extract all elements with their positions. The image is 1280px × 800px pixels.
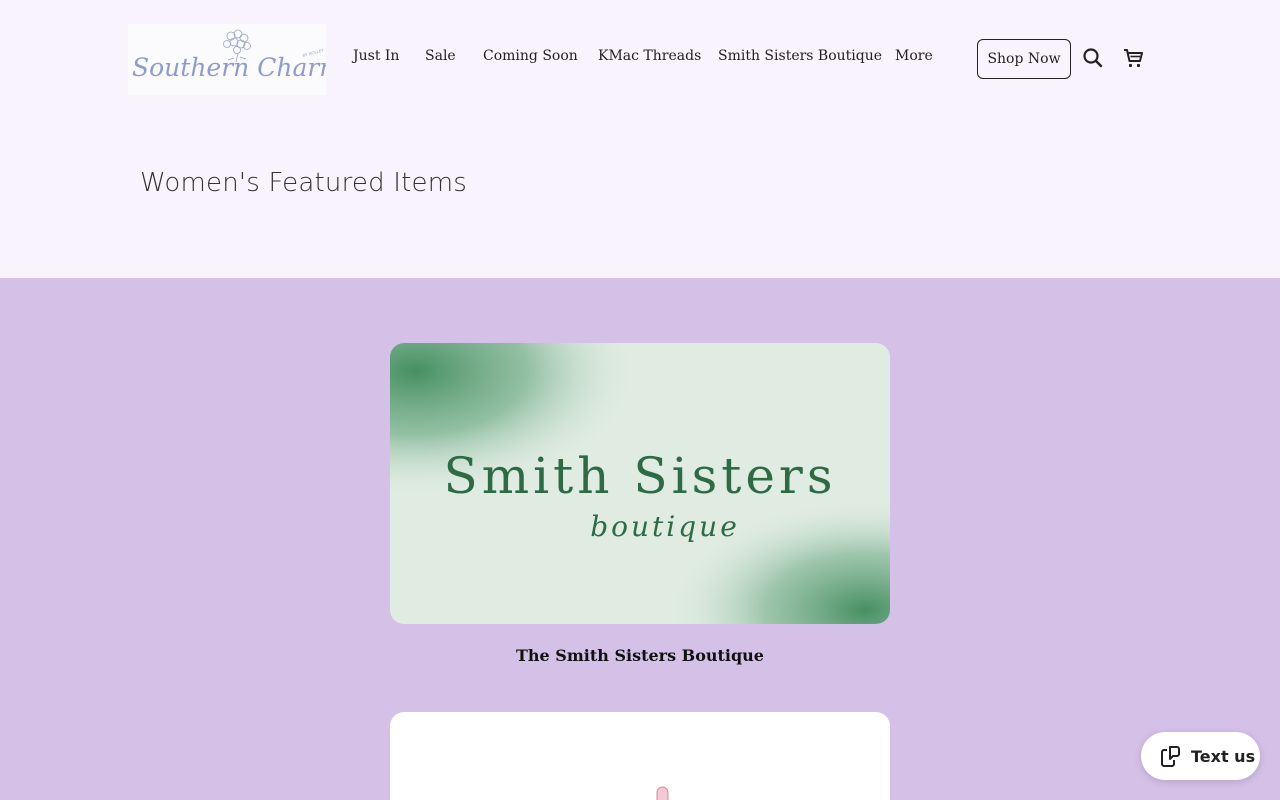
featured-item-image[interactable]: Smith Sisters boutique [390,343,890,624]
nav-coming-soon[interactable]: Coming Soon [483,48,578,68]
text-us-label: Text us [1191,746,1256,766]
nav-just-in[interactable]: Just In [353,48,399,68]
text-us-button[interactable]: Text us [1141,732,1260,780]
featured-item-title[interactable]: The Smith Sisters Boutique [390,646,890,665]
logo-script-text: Southern Charmed [132,53,326,82]
chat-bubble-icon [1161,746,1180,767]
cart-icon[interactable] [1121,46,1145,70]
nav-more[interactable]: More [895,48,933,68]
nav-sale[interactable]: Sale [425,48,456,68]
boutique-banner-graphic: Smith Sisters boutique [390,343,890,624]
product-thumbnail-graphic [656,786,669,800]
page-title: Women's Featured Items [140,168,468,198]
search-icon[interactable] [1081,46,1105,70]
logo-graphic: Southern Charmed BY HOLLEY [132,29,326,82]
featured-item-image-2[interactable] [390,712,890,800]
banner-subtitle: boutique [590,510,740,543]
nav-kmac-threads[interactable]: KMac Threads [598,48,701,68]
hero-section [0,118,1280,278]
shop-now-button[interactable]: Shop Now [977,39,1071,79]
banner-title: Smith Sisters [444,447,837,505]
site-logo[interactable]: Southern Charmed BY HOLLEY [128,24,326,95]
nav-smith-sisters-boutique[interactable]: Smith Sisters Boutique [718,48,882,68]
